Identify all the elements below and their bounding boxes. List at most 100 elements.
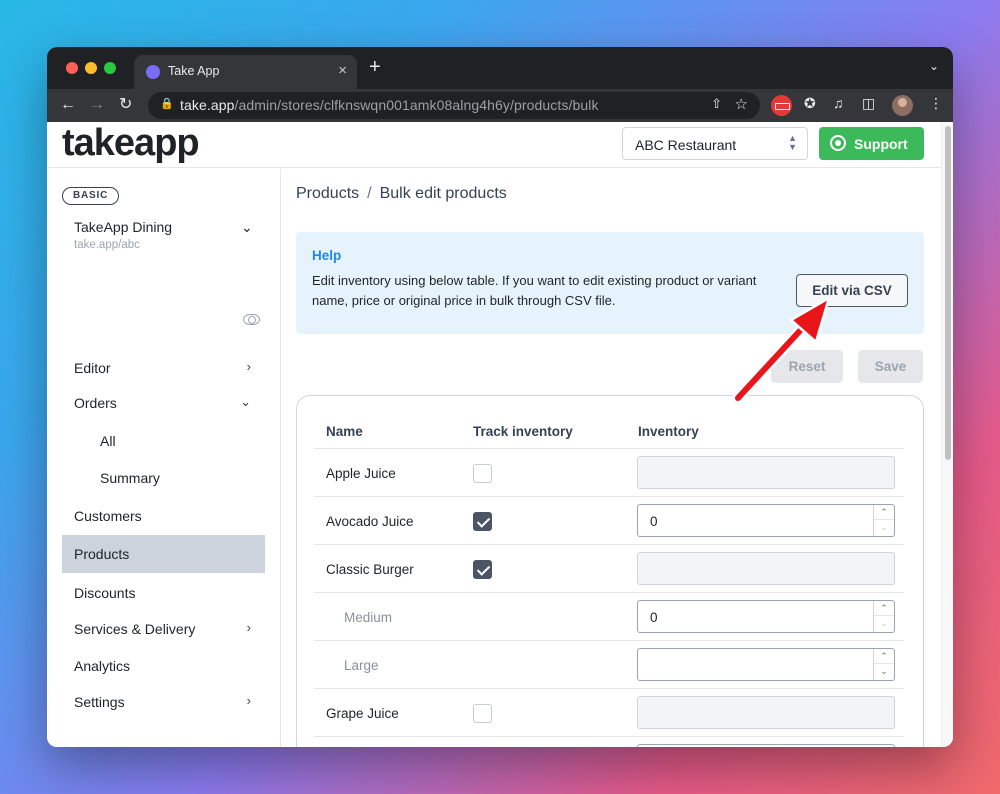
stepper-down-icon[interactable]: ⌄ [874,520,894,535]
store-select-value: ABC Restaurant [635,137,737,153]
select-arrows-icon: ▲ ▼ [788,133,797,152]
support-label: Support [854,136,908,152]
sidebar-item-orders-all[interactable]: All [62,422,265,460]
track-inventory-checkbox[interactable] [473,512,492,531]
sidebar-item-settings[interactable]: Settings › [62,683,265,721]
sidebar-item-customers[interactable]: Customers [62,497,265,535]
column-header-name: Name [326,424,363,439]
browser-window: Take App × + ⌄ ← → ↻ 🔒 take.app/admin/st… [47,47,953,747]
maximize-window-button[interactable] [104,62,116,74]
sidebar-item-analytics[interactable]: Analytics [62,647,265,685]
help-text: Edit inventory using below table. If you… [312,273,757,308]
track-inventory-checkbox[interactable] [473,560,492,579]
inventory-input[interactable] [637,696,895,729]
save-label: Save [874,359,907,374]
minimize-window-button[interactable] [85,62,97,74]
inventory-input[interactable]: ⌃ ⌄ [637,648,895,681]
close-window-button[interactable] [66,62,78,74]
profile-avatar[interactable] [892,95,913,116]
breadcrumb-current: Bulk edit products [379,185,507,202]
table-row: Apple Juice [314,448,904,496]
support-button[interactable]: Support [819,127,924,160]
product-name: Avocado Juice [326,514,414,529]
column-header-inventory: Inventory [638,424,699,439]
stepper-up-icon[interactable]: ⌃ [874,601,894,616]
whatsapp-icon [830,135,846,151]
new-tab-button[interactable]: + [369,56,381,79]
sidebar-item-services-delivery[interactable]: Services & Delivery › [62,610,265,648]
inventory-input[interactable] [637,552,895,585]
stepper-down-icon[interactable]: ⌄ [874,616,894,631]
address-bar[interactable]: 🔒 take.app/admin/stores/clfknswqn001amk0… [148,92,760,119]
chevron-right-icon: › [246,693,251,708]
sidebar-item-label: Services & Delivery [74,621,196,637]
inventory-input[interactable] [637,744,895,747]
store-name[interactable]: TakeApp Dining [74,219,172,235]
chevron-down-icon: ⌄ [240,394,251,409]
forward-arrow-icon[interactable]: → [89,95,105,115]
sidebar-item-label: Products [74,546,130,562]
sidebar: BASIC TakeApp Dining take.app/abc ⌄ Edit… [47,169,281,747]
track-inventory-checkbox[interactable] [473,704,492,723]
browser-menu-icon[interactable]: ⋮ [929,95,943,112]
track-inventory-checkbox[interactable] [473,464,492,483]
take-app-favicon-icon [146,65,160,79]
product-name: Grape Juice [326,706,399,721]
sidebar-item-orders[interactable]: Orders ⌄ [62,384,265,422]
store-chevron-down-icon[interactable]: ⌄ [241,219,253,236]
sidebar-item-label: Analytics [74,658,131,674]
stepper-up-icon[interactable]: ⌃ [874,649,894,664]
reload-icon[interactable]: ↻ [119,95,132,115]
takeapp-logo[interactable]: takeapp [62,122,200,165]
inventory-stepper[interactable]: ⌃ ⌄ [873,601,894,632]
inventory-input[interactable]: 0 ⌃ ⌄ [637,504,895,537]
browser-toolbar: ← → ↻ 🔒 take.app/admin/stores/clfknswqn0… [47,89,953,122]
media-control-icon[interactable]: ♫ [833,95,844,111]
tab-title: Take App [168,64,220,78]
sidebar-item-label: All [100,433,116,449]
sidebar-item-discounts[interactable]: Discounts [62,574,265,612]
inventory-input[interactable]: 0 ⌃ ⌄ [637,600,895,633]
page-scrollbar[interactable] [941,122,953,747]
sidebar-item-label: Settings [74,694,125,710]
close-tab-icon[interactable]: × [338,62,347,79]
store-select[interactable]: ABC Restaurant ▲ ▼ [622,127,808,160]
stepper-down-icon[interactable]: ⌄ [874,664,894,679]
reset-button[interactable]: Reset [771,350,843,383]
stepper-up-icon[interactable]: ⌃ [874,505,894,520]
breadcrumb-products[interactable]: Products [296,185,359,202]
back-arrow-icon[interactable]: ← [60,95,76,115]
table-row-variant: Large ⌃ ⌄ [314,640,904,688]
product-name: Apple Juice [326,466,396,481]
tab-search-chevron-icon[interactable]: ⌄ [929,59,939,73]
share-icon[interactable]: ⇧ [711,96,722,112]
tab-strip: Take App × + ⌄ [47,47,953,89]
inventory-stepper[interactable]: ⌃ ⌄ [873,649,894,680]
chevron-right-icon: › [246,620,251,635]
scrollbar-thumb[interactable] [945,126,951,460]
sidebar-item-label: Editor [74,360,111,376]
sidebar-item-label: Customers [74,508,142,524]
help-title: Help [312,248,342,263]
sidebar-item-label: Discounts [74,585,136,601]
bookmark-star-icon[interactable]: ☆ [735,95,748,113]
sidebar-item-orders-summary[interactable]: Summary [62,459,265,497]
sidebar-item-label: Orders [74,395,117,411]
password-extension-icon[interactable] [771,95,792,116]
browser-tab-take-app[interactable]: Take App × [134,55,357,89]
extensions-puzzle-icon[interactable]: ✪ [804,95,816,112]
store-url[interactable]: take.app/abc [74,239,140,251]
sidebar-item-editor[interactable]: Editor › [62,349,265,387]
inventory-stepper[interactable]: ⌃ ⌄ [873,505,894,536]
product-name: Classic Burger [326,562,414,577]
inventory-input[interactable] [637,456,895,489]
edit-via-csv-button[interactable]: Edit via CSV [796,274,908,307]
eye-icon[interactable] [243,314,260,325]
app-header: takeapp ABC Restaurant ▲ ▼ Support [47,122,941,168]
save-button[interactable]: Save [858,350,923,383]
variant-name: Large [344,658,379,673]
admin-page: takeapp ABC Restaurant ▲ ▼ Support BASIC … [47,122,953,747]
lock-icon: 🔒 [160,98,174,110]
side-panel-icon[interactable]: ◫ [862,95,875,112]
sidebar-item-products[interactable]: Products [62,535,265,573]
